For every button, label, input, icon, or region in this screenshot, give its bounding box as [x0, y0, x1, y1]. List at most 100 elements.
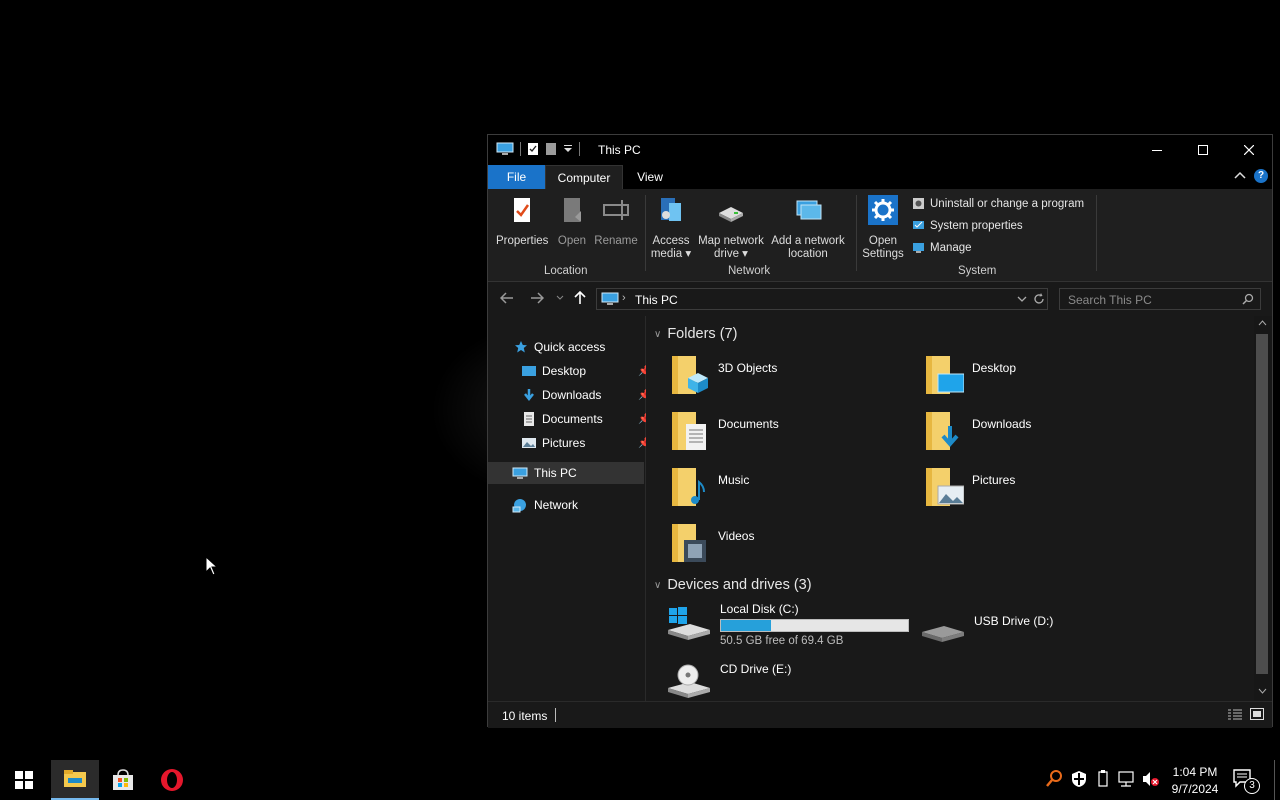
search-input[interactable] [1066, 291, 1240, 309]
search-box[interactable] [1059, 288, 1261, 310]
collapse-ribbon-icon[interactable] [1234, 171, 1246, 181]
folder-label: Documents [718, 417, 779, 431]
folder-item-desktop[interactable]: Desktop [924, 352, 1016, 396]
folder-item-pictures[interactable]: Pictures [924, 464, 1015, 508]
quick-access-toolbar [496, 142, 580, 156]
nav-item-label: Downloads [542, 388, 602, 402]
customize-qat-icon[interactable] [563, 144, 573, 154]
rename-button[interactable]: Rename [594, 195, 638, 248]
uninstall-program-button[interactable]: Uninstall or change a program [912, 197, 1084, 210]
close-icon [1244, 145, 1254, 155]
taskbar-opera-browser[interactable] [148, 760, 196, 800]
taskbar-clock[interactable]: 1:04 PM 9/7/2024 [1166, 764, 1224, 798]
map-network-drive-button[interactable]: Map network drive ▾ [696, 195, 766, 261]
add-network-location-button[interactable]: Add a network location [770, 195, 846, 261]
open-settings-button[interactable]: Open Settings [862, 195, 904, 261]
scroll-up-icon[interactable] [1258, 320, 1267, 326]
folder-item-3d-objects[interactable]: 3D Objects [670, 352, 777, 396]
up-button[interactable] [574, 290, 586, 308]
access-media-icon [661, 198, 681, 221]
store-bag-icon [113, 769, 133, 790]
properties-button[interactable]: Properties [496, 195, 548, 248]
tab-view[interactable]: View [628, 165, 672, 189]
notification-badge: 3 [1244, 778, 1260, 794]
taskbar-file-explorer[interactable] [51, 760, 99, 800]
folder-item-documents[interactable]: Documents [670, 408, 779, 452]
title-bar[interactable]: This PC [488, 135, 1272, 165]
file-explorer-window[interactable]: This PC File Computer View ? Properties … [487, 134, 1273, 728]
pictures-folder-icon [926, 468, 964, 506]
show-desktop-button[interactable] [1274, 760, 1275, 800]
nav-item-label: Desktop [542, 364, 587, 378]
group-divider [1096, 195, 1097, 271]
nav-item-label: Pictures [542, 436, 586, 450]
nav-quick-access[interactable]: Quick access [514, 336, 605, 358]
scroll-down-icon[interactable] [1258, 688, 1267, 694]
scrollbar-thumb[interactable] [1256, 334, 1268, 674]
breadcrumb-this-pc[interactable]: This PC [635, 293, 678, 307]
open-button[interactable]: Open [554, 195, 590, 248]
start-button[interactable] [0, 760, 48, 800]
ribbon: Properties Open Rename Location Access m… [488, 189, 1272, 282]
maximize-button[interactable] [1180, 135, 1226, 165]
access-media-label-1: Access [652, 235, 690, 247]
group-divider [856, 195, 857, 271]
drive-item-usb-d[interactable]: USB Drive (D:) [920, 608, 1053, 648]
forward-button[interactable] [530, 291, 545, 307]
help-button[interactable]: ? [1254, 169, 1268, 183]
taskbar-microsoft-store[interactable] [99, 760, 147, 800]
folder-item-downloads[interactable]: Downloads [924, 408, 1031, 452]
tab-computer[interactable]: Computer [545, 165, 623, 189]
mouse-cursor-icon [205, 556, 219, 576]
open-settings-label-2: Settings [862, 248, 904, 260]
nav-item-downloads[interactable]: Downloads 📌 [522, 384, 650, 406]
nav-item-pictures[interactable]: Pictures 📌 [522, 432, 650, 454]
nav-item-documents[interactable]: Documents 📌 [522, 408, 650, 430]
large-icons-view-icon[interactable] [1250, 708, 1264, 720]
manage-button[interactable]: Manage [912, 241, 972, 254]
drives-section-title: Devices and drives (3) [667, 577, 812, 593]
details-view-icon[interactable] [1228, 709, 1242, 721]
folder-item-videos[interactable]: Videos [670, 520, 754, 564]
drive-item-local-disk-c[interactable]: Local Disk (C:) 50.5 GB free of 69.4 GB [666, 602, 909, 647]
location-group-label: Location [544, 265, 588, 277]
clock-date: 9/7/2024 [1171, 782, 1219, 796]
back-button[interactable] [499, 291, 514, 307]
access-media-button[interactable]: Access media ▾ [650, 195, 692, 261]
nav-this-pc[interactable]: This PC [488, 462, 644, 484]
address-bar[interactable]: › This PC [596, 288, 1048, 310]
minimize-button[interactable] [1134, 135, 1180, 165]
refresh-icon[interactable] [1033, 293, 1045, 305]
folder-label: Music [718, 473, 750, 487]
address-dropdown-icon[interactable] [1017, 295, 1027, 303]
tab-file[interactable]: File [488, 165, 545, 189]
usb-device-icon[interactable] [1096, 770, 1110, 788]
nav-item-desktop[interactable]: Desktop 📌 [522, 360, 650, 382]
close-button[interactable] [1226, 135, 1272, 165]
properties-qat-icon[interactable] [527, 142, 539, 156]
nav-network[interactable]: Network [512, 494, 578, 516]
security-shield-icon[interactable] [1071, 770, 1087, 788]
network-tray-icon[interactable] [1118, 770, 1136, 788]
system-properties-button[interactable]: System properties [912, 219, 1023, 232]
folder-item-music[interactable]: Music [670, 464, 749, 508]
folders-section-header[interactable]: ∨ Folders (7) [654, 326, 737, 342]
vertical-scrollbar[interactable] [1254, 316, 1272, 701]
usb-drive-icon [922, 626, 964, 642]
drives-section-header[interactable]: ∨ Devices and drives (3) [654, 577, 812, 593]
content-pane: ∨ Folders (7) 3D Objects Desktop Documen… [646, 316, 1254, 701]
new-folder-qat-icon[interactable] [545, 142, 557, 156]
drive-label: USB Drive (D:) [974, 614, 1054, 628]
group-divider [645, 195, 646, 271]
drive-label: Local Disk (C:) [720, 602, 799, 616]
volume-muted-icon[interactable] [1142, 770, 1160, 788]
system-group-label: System [958, 265, 997, 277]
document-icon [524, 412, 534, 426]
action-center-button[interactable]: 3 [1232, 768, 1260, 794]
recent-locations-button[interactable] [556, 291, 564, 307]
search-tray-icon[interactable] [1046, 770, 1062, 788]
drive-item-cd-e[interactable]: CD Drive (E:) [666, 662, 791, 702]
taskbar: 1:04 PM 9/7/2024 3 [0, 760, 1280, 800]
chevron-down-icon: ∨ [654, 579, 662, 591]
system-properties-icon [913, 221, 924, 229]
